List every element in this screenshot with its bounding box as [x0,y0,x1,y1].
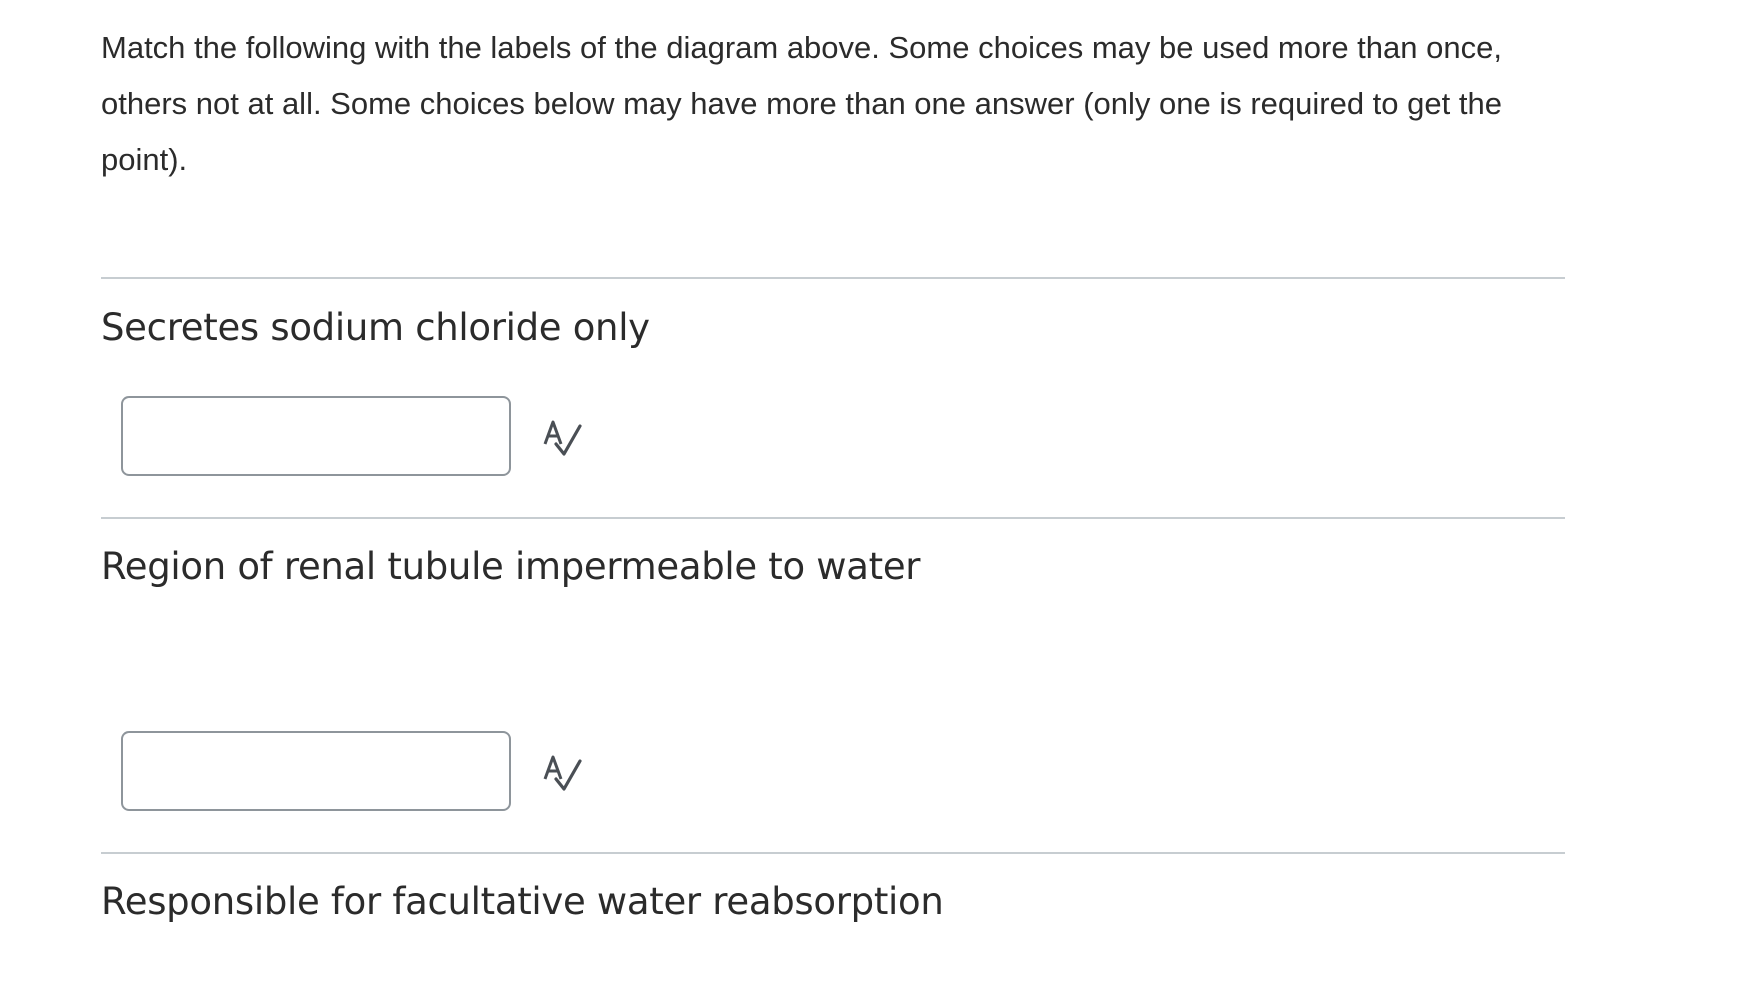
question-prompt-1: Secretes sodium chloride only [101,306,650,349]
spellcheck-icon[interactable] [542,418,582,458]
answer-input-2[interactable] [121,731,511,811]
divider [101,517,1565,519]
divider [101,277,1565,279]
instructions-text: Match the following with the labels of t… [101,30,1502,177]
question-prompt-2: Region of renal tubule impermeable to wa… [101,545,921,588]
answer-input-1[interactable] [121,396,511,476]
spellcheck-icon[interactable] [542,753,582,793]
question-prompt-3: Responsible for facultative water reabso… [101,880,944,923]
divider [101,852,1565,854]
